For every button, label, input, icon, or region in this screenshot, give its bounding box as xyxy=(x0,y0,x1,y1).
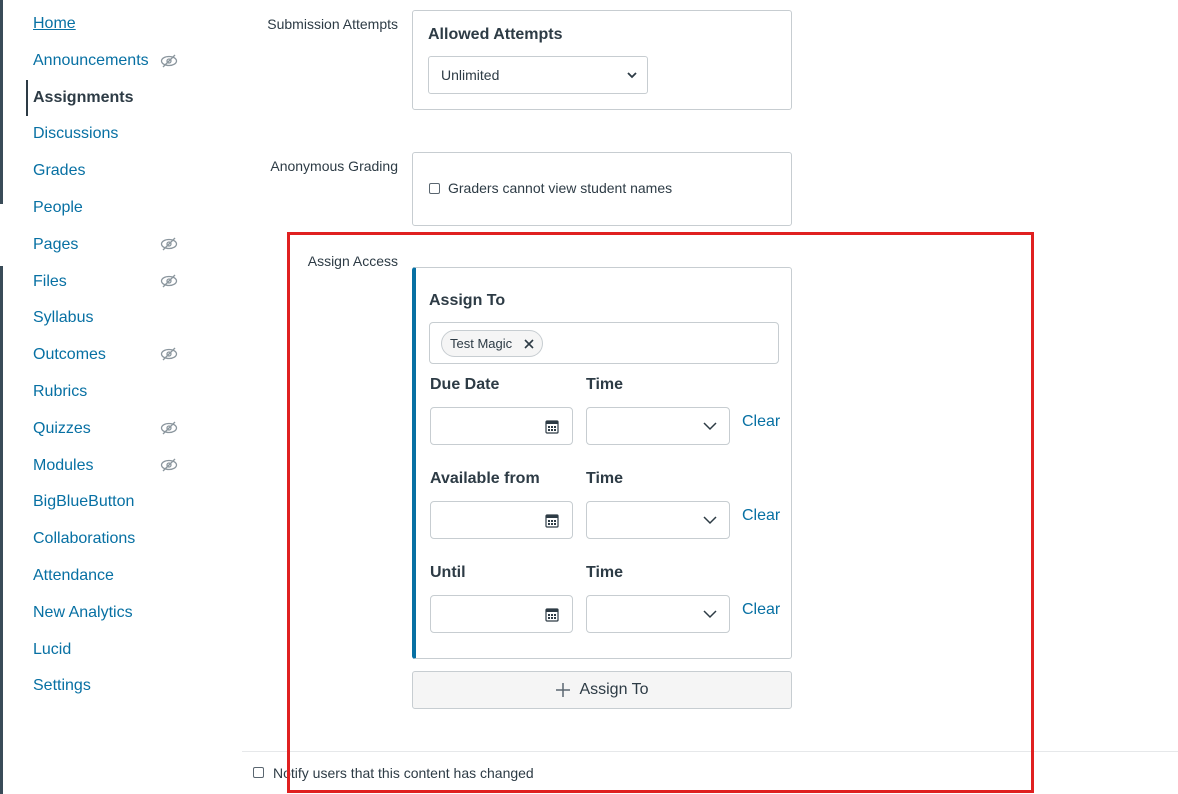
eye-slash-icon[interactable] xyxy=(160,54,178,68)
nav-item-files[interactable]: Files xyxy=(33,268,67,296)
nav-item-bigbluebutton[interactable]: BigBlueButton xyxy=(33,488,134,516)
calendar-icon[interactable] xyxy=(545,419,559,434)
allowed-attempts-select[interactable]: Unlimited xyxy=(428,56,648,94)
add-assign-to-label: Assign To xyxy=(579,681,649,698)
close-icon[interactable] xyxy=(524,339,534,349)
nav-item-modules[interactable]: Modules xyxy=(33,452,93,480)
calendar-icon[interactable] xyxy=(545,607,559,622)
until-clear-button[interactable]: Clear xyxy=(742,601,780,619)
assignee-tag-label: Test Magic xyxy=(450,336,513,351)
due-clear-button[interactable]: Clear xyxy=(742,413,780,431)
add-assign-to-button[interactable]: Assign To xyxy=(412,671,792,709)
nav-item-home[interactable]: Home xyxy=(33,10,76,38)
nav-item-new-analytics[interactable]: New Analytics xyxy=(33,599,133,627)
footer-divider xyxy=(242,751,1178,752)
nav-item-settings[interactable]: Settings xyxy=(33,672,91,700)
due-date-input[interactable] xyxy=(430,407,573,445)
nav-item-grades[interactable]: Grades xyxy=(33,157,85,185)
left-bar-bottom xyxy=(0,266,3,794)
chevron-down-icon xyxy=(703,422,717,431)
eye-slash-icon[interactable] xyxy=(160,458,178,472)
assign-access-label: Assign Access xyxy=(307,253,398,269)
until-time-label: Time xyxy=(586,564,624,581)
due-time-select[interactable] xyxy=(586,407,730,445)
nav-item-attendance[interactable]: Attendance xyxy=(33,562,114,590)
nav-item-people[interactable]: People xyxy=(33,194,83,222)
nav-item-rubrics[interactable]: Rubrics xyxy=(33,378,87,406)
due-time-label: Time xyxy=(586,376,624,393)
until-label: Until xyxy=(430,564,466,581)
allowed-attempts-heading: Allowed Attempts xyxy=(428,26,563,43)
submission-attempts-label: Submission Attempts xyxy=(267,16,398,32)
assign-to-heading: Assign To xyxy=(429,292,506,309)
nav-item-lucid[interactable]: Lucid xyxy=(33,636,71,664)
eye-slash-icon[interactable] xyxy=(160,237,178,251)
anonymous-grading-box: Graders cannot view student names xyxy=(412,152,792,226)
left-bar-top xyxy=(0,0,3,204)
nav-item-quizzes[interactable]: Quizzes xyxy=(33,415,91,443)
chevron-down-icon xyxy=(627,72,637,79)
available-time-select[interactable] xyxy=(586,501,730,539)
eye-slash-icon[interactable] xyxy=(160,274,178,288)
chevron-down-icon xyxy=(703,610,717,619)
nav-item-outcomes[interactable]: Outcomes xyxy=(33,341,106,369)
calendar-icon[interactable] xyxy=(545,513,559,528)
eye-slash-icon[interactable] xyxy=(160,347,178,361)
assign-card: Assign To Test Magic Due Date Time Clear… xyxy=(412,267,792,659)
notify-users-checkbox[interactable] xyxy=(253,767,264,778)
available-from-input[interactable] xyxy=(430,501,573,539)
allowed-attempts-value: Unlimited xyxy=(441,67,500,83)
chevron-down-icon xyxy=(703,516,717,525)
available-time-label: Time xyxy=(586,470,624,487)
active-nav-marker xyxy=(26,80,28,116)
until-time-select[interactable] xyxy=(586,595,730,633)
nav-item-announcements[interactable]: Announcements xyxy=(33,47,149,75)
nav-item-pages[interactable]: Pages xyxy=(33,231,78,259)
assign-to-input[interactable]: Test Magic xyxy=(429,322,779,364)
eye-slash-icon[interactable] xyxy=(160,421,178,435)
anonymous-grading-label: Anonymous Grading xyxy=(270,158,398,174)
nav-item-assignments[interactable]: Assignments xyxy=(33,84,133,112)
plus-icon xyxy=(556,683,571,697)
nav-item-syllabus[interactable]: Syllabus xyxy=(33,304,93,332)
nav-item-collaborations[interactable]: Collaborations xyxy=(33,525,135,553)
anonymous-grading-checkbox-label: Graders cannot view student names xyxy=(448,180,673,196)
notify-users-label: Notify users that this content has chang… xyxy=(273,765,534,781)
assignee-tag[interactable]: Test Magic xyxy=(441,330,543,357)
available-clear-button[interactable]: Clear xyxy=(742,507,780,525)
available-from-label: Available from xyxy=(430,470,540,487)
anonymous-grading-checkbox[interactable] xyxy=(429,183,440,194)
nav-item-discussions[interactable]: Discussions xyxy=(33,120,118,148)
due-date-label: Due Date xyxy=(430,376,500,393)
submission-attempts-box: Allowed Attempts Unlimited xyxy=(412,10,792,110)
until-date-input[interactable] xyxy=(430,595,573,633)
